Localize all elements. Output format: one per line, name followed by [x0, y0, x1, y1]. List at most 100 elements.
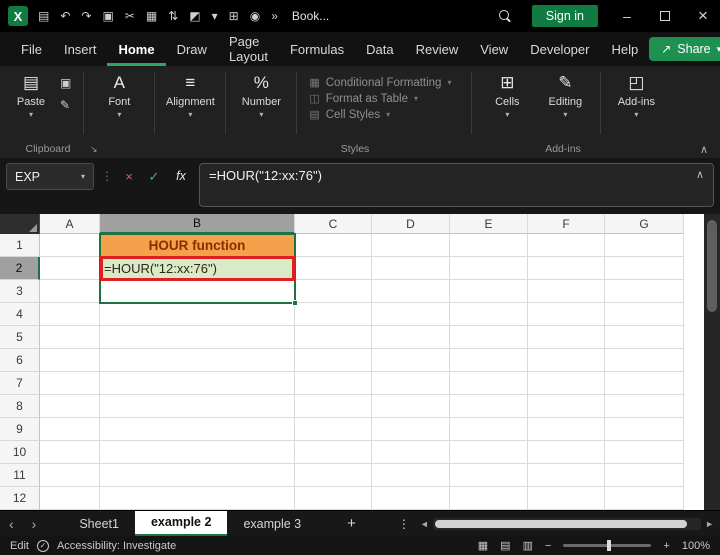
close-button[interactable]: × — [694, 6, 712, 26]
column-header-A[interactable]: A — [40, 214, 100, 234]
cell-A5[interactable] — [40, 326, 100, 349]
cell-G7[interactable] — [605, 372, 684, 395]
cell-E8[interactable] — [450, 395, 528, 418]
cell-B7[interactable] — [100, 372, 295, 395]
menu-tab-review[interactable]: Review — [405, 33, 470, 66]
cell-C7[interactable] — [295, 372, 372, 395]
row-header-10[interactable]: 10 — [0, 441, 40, 464]
cell-C4[interactable] — [295, 303, 372, 326]
cell-E2[interactable] — [450, 257, 528, 280]
cell-A11[interactable] — [40, 464, 100, 487]
cell-F7[interactable] — [528, 372, 605, 395]
cell-G4[interactable] — [605, 303, 684, 326]
cell-F5[interactable] — [528, 326, 605, 349]
cell-E12[interactable] — [450, 487, 528, 510]
next-sheet-button[interactable]: › — [23, 516, 46, 532]
cell-F12[interactable] — [528, 487, 605, 510]
cell-E11[interactable] — [450, 464, 528, 487]
share-button[interactable]: ↗ Share ▾ — [649, 37, 720, 61]
row-header-6[interactable]: 6 — [0, 349, 40, 372]
horizontal-scrollbar[interactable]: ◄ ► — [420, 517, 714, 530]
copy-small-icon[interactable]: ▣ — [60, 76, 71, 90]
cell-A9[interactable] — [40, 418, 100, 441]
cell-D1[interactable] — [372, 234, 450, 257]
cell-F10[interactable] — [528, 441, 605, 464]
clipboard-dialog-launcher-icon[interactable]: ↘ — [90, 144, 98, 155]
cell-B4[interactable] — [100, 303, 295, 326]
row-header-9[interactable]: 9 — [0, 418, 40, 441]
cell-D3[interactable] — [372, 280, 450, 303]
menu-tab-draw[interactable]: Draw — [166, 33, 218, 66]
undo-icon[interactable]: ↶ — [60, 9, 70, 23]
cell-A4[interactable] — [40, 303, 100, 326]
sign-in-button[interactable]: Sign in — [531, 5, 598, 27]
cell-C2[interactable] — [295, 257, 372, 280]
sheet-tab-example-3[interactable]: example 3 — [227, 511, 317, 537]
zoom-out-icon[interactable]: − — [545, 540, 551, 552]
cell-A7[interactable] — [40, 372, 100, 395]
cell-G1[interactable] — [605, 234, 684, 257]
select-all-button[interactable] — [0, 214, 40, 234]
cell-B11[interactable] — [100, 464, 295, 487]
column-header-B[interactable]: B — [100, 214, 295, 234]
font-group-button[interactable]: A Font ▾ — [96, 72, 142, 119]
zoom-in-icon[interactable]: + — [663, 540, 669, 552]
cell-C11[interactable] — [295, 464, 372, 487]
row-header-3[interactable]: 3 — [0, 280, 40, 303]
cell-D10[interactable] — [372, 441, 450, 464]
normal-view-icon[interactable]: ▦ — [478, 539, 488, 552]
cell-A10[interactable] — [40, 441, 100, 464]
row-header-7[interactable]: 7 — [0, 372, 40, 395]
enter-icon[interactable]: ✓ — [145, 163, 163, 190]
cell-E10[interactable] — [450, 441, 528, 464]
menu-tab-developer[interactable]: Developer — [519, 33, 600, 66]
cell-B5[interactable] — [100, 326, 295, 349]
accessibility-status[interactable]: Accessibility: Investigate — [57, 540, 176, 552]
cell-B6[interactable] — [100, 349, 295, 372]
cell-E6[interactable] — [450, 349, 528, 372]
vertical-scrollbar[interactable] — [704, 214, 720, 510]
cell-G12[interactable] — [605, 487, 684, 510]
horizontal-scroll-track[interactable] — [432, 517, 702, 530]
cell-D6[interactable] — [372, 349, 450, 372]
cell-E4[interactable] — [450, 303, 528, 326]
cell-F4[interactable] — [528, 303, 605, 326]
name-box[interactable]: EXP ▾ — [6, 163, 94, 190]
cell-A2[interactable] — [40, 257, 100, 280]
camera-icon[interactable]: ◉ — [250, 9, 260, 23]
cancel-icon[interactable]: × — [120, 163, 138, 190]
redo-icon[interactable]: ↷ — [81, 9, 91, 23]
scroll-right-icon[interactable]: ► — [705, 519, 714, 529]
row-header-11[interactable]: 11 — [0, 464, 40, 487]
editing-group-button[interactable]: ✎ Editing ▾ — [542, 72, 588, 119]
cell-A12[interactable] — [40, 487, 100, 510]
cell-G11[interactable] — [605, 464, 684, 487]
cell-C8[interactable] — [295, 395, 372, 418]
menu-tab-insert[interactable]: Insert — [53, 33, 108, 66]
column-header-E[interactable]: E — [450, 214, 528, 234]
sheet-tab-sheet1[interactable]: Sheet1 — [63, 511, 135, 537]
cell-D12[interactable] — [372, 487, 450, 510]
all-sheets-button[interactable]: ⋮ — [398, 517, 410, 531]
cell-A6[interactable] — [40, 349, 100, 372]
cell-B3[interactable] — [100, 280, 295, 303]
row-header-2[interactable]: 2 — [0, 257, 40, 280]
cell-B1[interactable]: HOUR function — [100, 234, 295, 257]
column-header-F[interactable]: F — [528, 214, 605, 234]
cell-D5[interactable] — [372, 326, 450, 349]
prev-sheet-button[interactable]: ‹ — [0, 516, 23, 532]
menu-tab-formulas[interactable]: Formulas — [279, 33, 355, 66]
cell-C3[interactable] — [295, 280, 372, 303]
cell-D2[interactable] — [372, 257, 450, 280]
collapse-formula-bar-icon[interactable]: ∧ — [696, 168, 704, 181]
cell-D9[interactable] — [372, 418, 450, 441]
scroll-left-icon[interactable]: ◄ — [420, 519, 429, 529]
cut-icon[interactable]: ✂ — [125, 9, 135, 23]
row-header-4[interactable]: 4 — [0, 303, 40, 326]
number-group-button[interactable]: % Number ▾ — [238, 72, 284, 119]
column-header-G[interactable]: G — [605, 214, 684, 234]
maximize-button[interactable] — [656, 8, 674, 24]
paste-button[interactable]: ▤ Paste ▾ — [8, 72, 54, 119]
format-painter-icon[interactable]: ✎ — [60, 98, 71, 112]
cell-D8[interactable] — [372, 395, 450, 418]
